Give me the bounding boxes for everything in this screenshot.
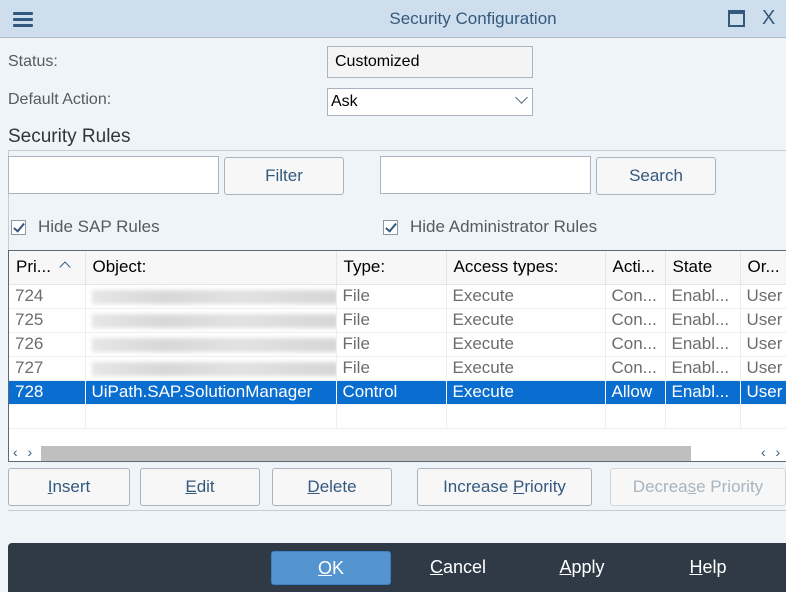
- search-input[interactable]: [380, 156, 591, 194]
- title-bar: Security Configuration X: [0, 0, 786, 38]
- footer-bar: OK Cancel Apply Help: [8, 543, 786, 592]
- horizontal-scrollbar[interactable]: ‹ › ‹ ›: [9, 444, 786, 461]
- cell-origin: User: [740, 308, 786, 333]
- section-divider: [8, 150, 786, 151]
- cell-type: File: [336, 308, 447, 333]
- edit-button[interactable]: Edit: [140, 468, 260, 506]
- table-row-empty: [9, 404, 786, 429]
- table-row[interactable]: 727 File Execute Con... Enabl... User: [9, 356, 786, 381]
- cell-state: Enabl...: [665, 356, 741, 381]
- cell-origin: User: [740, 356, 786, 381]
- cell-state: Enabl...: [665, 284, 741, 309]
- table-header: Pri... Object: Type: Access types: Acti.…: [9, 251, 786, 285]
- cell-access: Execute: [446, 356, 606, 381]
- cancel-button[interactable]: Cancel: [408, 551, 508, 585]
- status-field: Customized: [327, 46, 533, 78]
- redacted-object: [91, 289, 335, 304]
- cell-origin: User: [740, 380, 786, 405]
- cell-priority: 725: [9, 308, 86, 333]
- column-header-state[interactable]: State: [665, 251, 741, 285]
- cell-priority: 726: [9, 332, 86, 357]
- cell-priority: 727: [9, 356, 86, 381]
- table-row-selected[interactable]: 728 UiPath.SAP.SolutionManager Control E…: [9, 380, 786, 405]
- cell-object: UiPath.SAP.SolutionManager: [85, 380, 337, 405]
- insert-button[interactable]: Insert: [8, 468, 130, 506]
- cell-type: File: [336, 332, 447, 357]
- cell-action: Con...: [605, 332, 666, 357]
- cell-object: [85, 332, 337, 357]
- table-row[interactable]: 725 File Execute Con... Enabl... User: [9, 308, 786, 333]
- cell-access: Execute: [446, 332, 606, 357]
- checkbox-checked-icon[interactable]: [11, 219, 26, 235]
- cell-origin: User: [740, 284, 786, 309]
- cell-action: Con...: [605, 308, 666, 333]
- cell-object: [85, 308, 337, 333]
- cell-state: Enabl...: [665, 380, 741, 405]
- scroll-arrows-left-icon[interactable]: ‹ ›: [13, 444, 35, 460]
- scrollbar-thumb[interactable]: [41, 446, 691, 461]
- column-header-access-types[interactable]: Access types:: [446, 251, 606, 285]
- table-row[interactable]: 724 File Execute Con... Enabl... User: [9, 284, 786, 309]
- cell-action: Allow: [605, 380, 666, 405]
- hide-sap-rules-label: Hide SAP Rules: [38, 217, 160, 236]
- table-row[interactable]: 726 File Execute Con... Enabl... User: [9, 332, 786, 357]
- cell-priority: 724: [9, 284, 86, 309]
- column-header-origin[interactable]: Or...: [740, 251, 786, 285]
- status-label: Status:: [8, 53, 58, 70]
- scroll-arrows-right-icon[interactable]: ‹ ›: [761, 444, 783, 460]
- cell-origin: User: [740, 332, 786, 357]
- cell-type: File: [336, 356, 447, 381]
- column-header-type[interactable]: Type:: [336, 251, 447, 285]
- close-icon[interactable]: X: [762, 6, 775, 30]
- column-header-priority[interactable]: Pri...: [9, 251, 86, 285]
- cell-type: Control: [336, 380, 447, 405]
- filter-input[interactable]: [8, 156, 219, 194]
- help-button[interactable]: Help: [658, 551, 758, 585]
- ok-button[interactable]: OK: [271, 551, 391, 585]
- hide-admin-rules-label: Hide Administrator Rules: [410, 217, 598, 236]
- chevron-down-icon: [515, 91, 528, 104]
- sort-ascending-icon: [59, 261, 71, 273]
- redacted-object: [91, 313, 335, 328]
- cell-action: Con...: [605, 356, 666, 381]
- maximize-icon[interactable]: [728, 10, 745, 27]
- cell-type: File: [336, 284, 447, 309]
- decrease-priority-button[interactable]: Decrease Priority: [610, 468, 786, 506]
- rules-table: Pri... Object: Type: Access types: Acti.…: [8, 250, 786, 462]
- hide-sap-rules-checkbox[interactable]: Hide SAP Rules: [11, 217, 160, 237]
- increase-priority-button[interactable]: Increase Priority: [417, 468, 592, 506]
- cell-access: Execute: [446, 284, 606, 309]
- apply-button[interactable]: Apply: [532, 551, 632, 585]
- redacted-object: [91, 337, 335, 352]
- cell-state: Enabl...: [665, 308, 741, 333]
- filter-button[interactable]: Filter: [224, 157, 344, 195]
- cell-priority: 728: [9, 380, 86, 405]
- default-action-select[interactable]: Ask: [327, 88, 533, 116]
- default-action-label: Default Action:: [8, 91, 112, 108]
- column-header-action[interactable]: Acti...: [605, 251, 666, 285]
- cell-state: Enabl...: [665, 332, 741, 357]
- window-title: Security Configuration: [389, 9, 557, 28]
- section-title: Security Rules: [8, 126, 131, 147]
- checkbox-checked-icon[interactable]: [383, 219, 398, 235]
- divider: [8, 510, 786, 511]
- cell-object: [85, 356, 337, 381]
- hide-admin-rules-checkbox[interactable]: Hide Administrator Rules: [383, 217, 597, 237]
- column-header-object[interactable]: Object:: [85, 251, 337, 285]
- delete-button[interactable]: Delete: [272, 468, 392, 506]
- redacted-object: [91, 361, 335, 376]
- cell-object: [85, 284, 337, 309]
- search-button[interactable]: Search: [596, 157, 716, 195]
- default-action-value: Ask: [331, 93, 358, 110]
- cell-access: Execute: [446, 380, 606, 405]
- cell-action: Con...: [605, 284, 666, 309]
- cell-access: Execute: [446, 308, 606, 333]
